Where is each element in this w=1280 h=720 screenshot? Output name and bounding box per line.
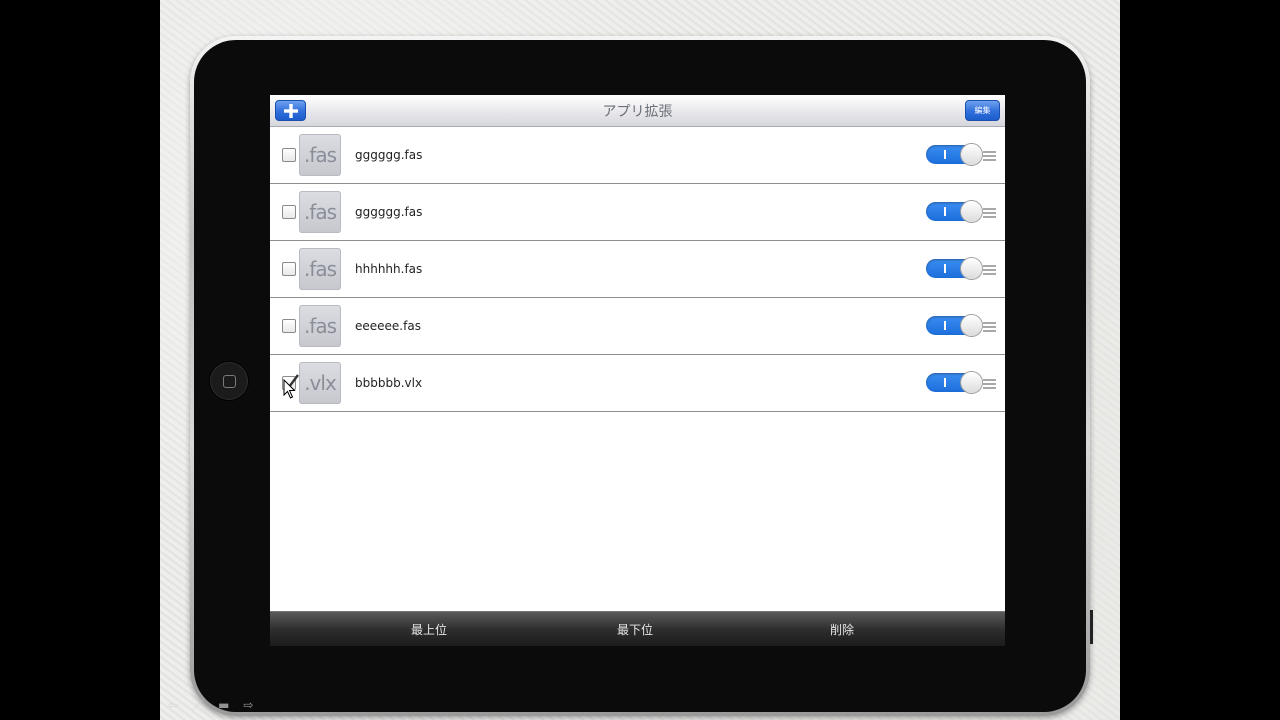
move-to-bottom-button[interactable]: 最下位	[617, 621, 653, 638]
file-name: bbbbbb.vlx	[355, 376, 423, 390]
list-item[interactable]: .fas eeeeee.fas	[270, 298, 1005, 355]
list-item[interactable]: .fas gggggg.fas	[270, 127, 1005, 184]
select-checkbox[interactable]	[282, 148, 296, 162]
file-name: hhhhhh.fas	[355, 262, 423, 276]
edit-button[interactable]: 編集	[965, 100, 1000, 121]
file-type-icon: .fas	[299, 134, 341, 176]
app-screen: アプリ拡張 編集 .fas gggggg.fas .fas gggggg.fas…	[270, 95, 1005, 646]
enable-toggle[interactable]	[926, 315, 982, 336]
reorder-handle-icon[interactable]	[983, 208, 996, 218]
file-type-icon: .fas	[299, 248, 341, 290]
delete-button[interactable]: 削除	[830, 621, 854, 638]
menu-icon[interactable]: ▬	[218, 698, 229, 712]
list-item[interactable]: .fas hhhhhh.fas	[270, 241, 1005, 298]
file-type-icon: .fas	[299, 191, 341, 233]
home-button-icon[interactable]	[210, 362, 248, 400]
move-to-top-button[interactable]: 最上位	[411, 621, 447, 638]
file-list: .fas gggggg.fas .fas gggggg.fas .fas hhh…	[270, 127, 1005, 412]
enable-toggle[interactable]	[926, 258, 982, 279]
file-name: gggggg.fas	[355, 148, 423, 162]
reorder-handle-icon[interactable]	[983, 151, 996, 161]
list-item[interactable]: .fas gggggg.fas	[270, 184, 1005, 241]
reorder-handle-icon[interactable]	[983, 265, 996, 275]
enable-toggle[interactable]	[926, 144, 982, 165]
reorder-handle-icon[interactable]	[983, 379, 996, 389]
select-checkbox[interactable]	[282, 262, 296, 276]
forward-arrow-icon[interactable]: ⇨	[243, 698, 253, 712]
mouse-pointer-icon	[283, 379, 296, 399]
slash-icon: ／	[192, 698, 205, 712]
video-player-controls: ⇦ ／ ▬ ⇨	[168, 696, 253, 713]
file-name: gggggg.fas	[355, 205, 423, 219]
enable-toggle[interactable]	[926, 372, 982, 393]
select-checkbox[interactable]	[282, 319, 296, 333]
reorder-handle-icon[interactable]	[983, 322, 996, 332]
bottom-toolbar: 最上位 最下位 削除	[270, 611, 1005, 646]
enable-toggle[interactable]	[926, 201, 982, 222]
select-checkbox[interactable]	[282, 205, 296, 219]
page-title: アプリ拡張	[602, 104, 673, 120]
side-button	[1090, 610, 1093, 644]
list-item[interactable]: .vlx bbbbbb.vlx	[270, 355, 1005, 412]
file-type-icon: .vlx	[299, 362, 341, 404]
back-arrow-icon[interactable]: ⇦	[168, 698, 178, 712]
file-type-icon: .fas	[299, 305, 341, 347]
navigation-bar: アプリ拡張 編集	[270, 95, 1005, 127]
file-name: eeeeee.fas	[355, 319, 421, 333]
